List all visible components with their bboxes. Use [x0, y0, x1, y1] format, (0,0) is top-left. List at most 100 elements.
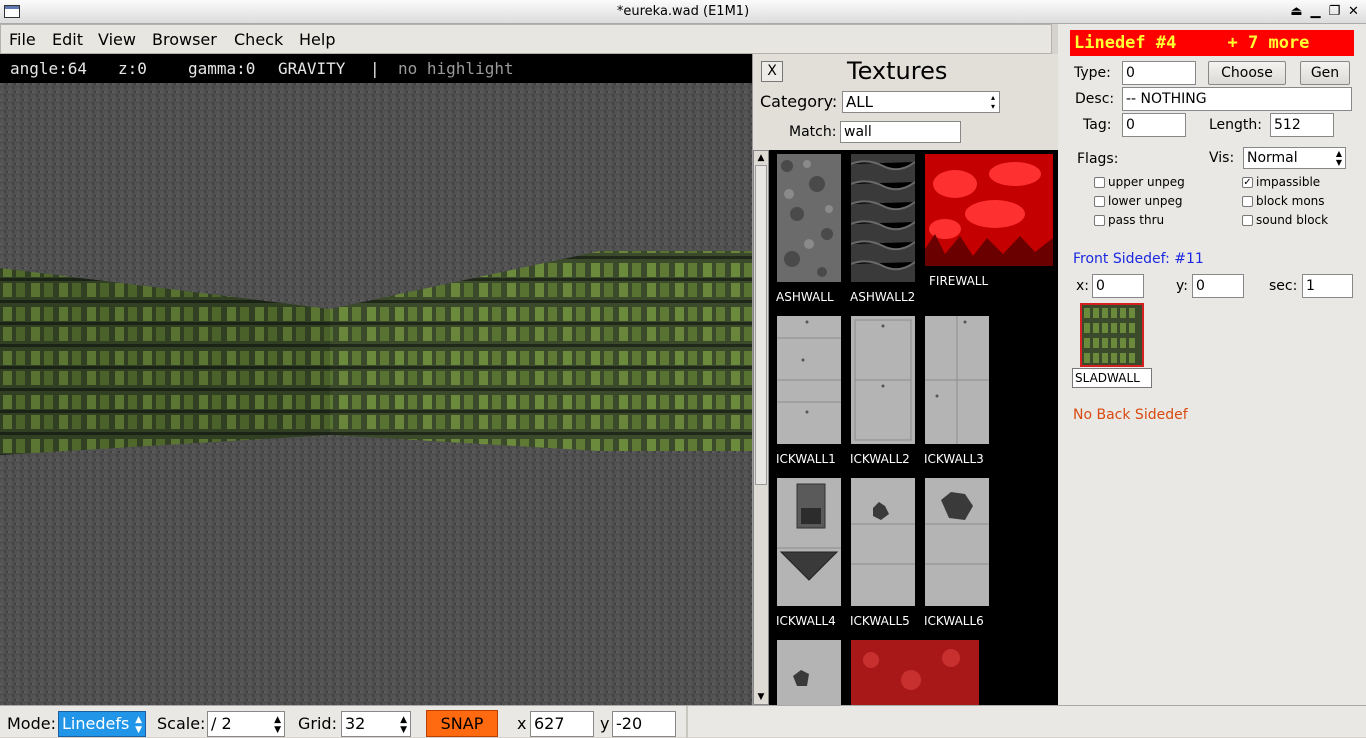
y-offset-input[interactable]: 0	[1192, 274, 1244, 298]
texture-name: ICKWALL1	[776, 452, 836, 466]
mode-label: Mode:	[7, 714, 56, 733]
vis-select[interactable]: Normal ▲ ▼	[1243, 147, 1346, 169]
category-select[interactable]: ALL	[842, 91, 1000, 113]
menu-check[interactable]: Check	[234, 30, 283, 49]
maximize-icon[interactable]: ❐	[1326, 3, 1343, 20]
checkbox-icon	[1242, 195, 1253, 207]
vis-select-value: Normal	[1247, 150, 1298, 166]
gen-button[interactable]: Gen	[1300, 61, 1350, 85]
ashwall-thumbnail	[777, 154, 841, 282]
desc-field: -- NOTHING	[1122, 87, 1352, 111]
x-offset-label: x:	[1076, 278, 1090, 294]
linedef-panel: Linedef #4 + 7 more Type: 0 Choose Gen D…	[1058, 24, 1366, 705]
flag-label: sound block	[1256, 213, 1329, 227]
mode-select-value: Linedefs	[62, 714, 130, 733]
mode-select[interactable]: Linedefs ▲ ▼	[58, 711, 146, 737]
linedef-header: Linedef #4 + 7 more	[1070, 30, 1354, 56]
texture-name: ICKWALL6	[924, 614, 984, 628]
texture-name: ICKWALL5	[850, 614, 910, 628]
ickwall1-thumbnail	[777, 316, 841, 444]
sector-label: sec:	[1269, 278, 1298, 294]
flag-label: block mons	[1256, 194, 1325, 208]
tag-label: Tag:	[1083, 117, 1112, 133]
tag-input[interactable]: 0	[1122, 113, 1186, 137]
scroll-up-icon[interactable]: ▲	[755, 151, 767, 165]
flag-pass-thru[interactable]: pass thru	[1094, 213, 1164, 227]
checkbox-icon	[1094, 195, 1105, 207]
menu-help[interactable]: Help	[299, 30, 335, 49]
status-divider	[686, 706, 688, 738]
menu-browser[interactable]: Browser	[152, 30, 217, 49]
flag-label: pass thru	[1108, 213, 1165, 227]
ickwall3-thumbnail	[925, 316, 989, 444]
category-label: Category:	[760, 92, 838, 111]
menu-file[interactable]: File	[9, 30, 36, 49]
highlight-status: no highlight	[398, 59, 514, 78]
vis-label: Vis:	[1209, 150, 1235, 166]
scale-label: Scale:	[157, 714, 206, 733]
sidedef-texture-preview[interactable]	[1080, 303, 1144, 367]
select-arrows-icon: ▲ ▼	[135, 715, 142, 735]
menu-bar: File Edit View Browser Check Help	[0, 24, 1052, 54]
sector-input[interactable]: 1	[1302, 274, 1353, 298]
texture-name: ASHWALL2	[850, 290, 916, 304]
menu-edit[interactable]: Edit	[52, 30, 83, 49]
close-browser-button[interactable]: X	[761, 61, 783, 82]
x-coord-label: x	[517, 714, 527, 733]
wall-right	[600, 251, 752, 451]
flag-lower-unpeg[interactable]: lower unpeg	[1094, 194, 1182, 208]
flag-sound-block[interactable]: sound block	[1242, 213, 1328, 227]
grid-select[interactable]: 32 ▲ ▼	[341, 711, 411, 737]
3d-view[interactable]	[0, 83, 752, 705]
window-title: *eureka.wad (E1M1)	[616, 4, 750, 19]
flag-label: impassible	[1256, 175, 1321, 189]
z-readout: z:0	[118, 59, 147, 78]
type-input[interactable]: 0	[1122, 61, 1196, 85]
scroll-thumb[interactable]	[755, 165, 767, 485]
match-input[interactable]: wall	[840, 121, 961, 143]
flag-block-mons[interactable]: block mons	[1242, 194, 1325, 208]
y-coord-input[interactable]: -20	[612, 711, 676, 737]
scale-select[interactable]: / 2 ▲ ▼	[207, 711, 285, 737]
ickwall4-thumbnail	[777, 478, 841, 606]
no-back-sidedef: No Back Sidedef	[1073, 407, 1188, 423]
texture-name: ICKWALL2	[850, 452, 910, 466]
window-controls: ⏏ ▁ ❐ ✕	[1288, 3, 1362, 20]
texture-name: ICKWALL3	[924, 452, 984, 466]
minimize-icon[interactable]: ▁	[1307, 3, 1324, 20]
length-input[interactable]: 512	[1270, 113, 1334, 137]
3d-scene	[0, 83, 752, 705]
firewall-thumbnail	[925, 154, 1053, 266]
choose-button[interactable]: Choose	[1208, 61, 1286, 85]
select-arrows-icon: ▲ ▼	[1335, 149, 1342, 167]
angle-readout: angle:64	[10, 59, 88, 78]
ickwall6-thumbnail	[925, 478, 989, 606]
redwall-thumbnail	[851, 640, 979, 705]
x-offset-input[interactable]: 0	[1092, 274, 1144, 298]
flag-label: lower unpeg	[1108, 194, 1183, 208]
checkbox-icon	[1094, 176, 1105, 188]
floor	[0, 435, 752, 705]
close-icon[interactable]: ✕	[1345, 3, 1362, 20]
snap-button[interactable]: SNAP	[426, 710, 498, 737]
scroll-down-icon[interactable]: ▼	[755, 690, 767, 704]
length-label: Length:	[1209, 117, 1263, 133]
desc-label: Desc:	[1075, 91, 1115, 107]
x-coord-input[interactable]: 627	[530, 711, 594, 737]
menu-view[interactable]: View	[98, 30, 136, 49]
flag-impassible[interactable]: ✓ impassible	[1242, 175, 1320, 189]
y-offset-label: y:	[1176, 278, 1188, 294]
browser-scrollbar[interactable]: ▲ ▼	[753, 150, 769, 705]
sidedef-texture-name[interactable]: SLADWALL	[1072, 368, 1152, 388]
info-separator: |	[370, 59, 380, 78]
checkbox-icon	[1242, 214, 1253, 226]
shade-icon[interactable]: ⏏	[1288, 3, 1305, 20]
gravity-indicator: GRAVITY	[278, 59, 346, 78]
checkbox-checked-icon: ✓	[1242, 176, 1253, 188]
flag-upper-unpeg[interactable]: upper unpeg	[1094, 175, 1185, 189]
y-coord-label: y	[600, 714, 610, 733]
gamma-readout: gamma:0	[188, 59, 256, 78]
texture-name: FIREWALL	[929, 274, 989, 288]
ickwall7-thumbnail	[777, 640, 841, 705]
select-arrows-icon: ▲ ▼	[274, 715, 281, 735]
